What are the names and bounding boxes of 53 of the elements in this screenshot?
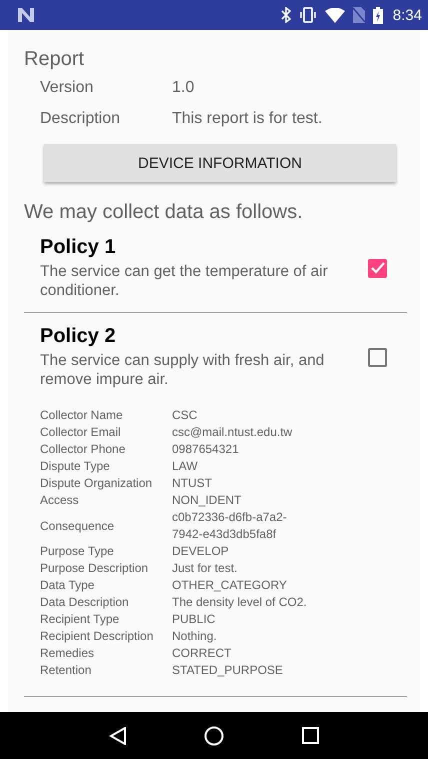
detail-value: PUBLIC xyxy=(172,611,216,628)
policy-description: The service can get the temperature of air conditioner. xyxy=(40,262,329,300)
detail-value: The density level of CO2. xyxy=(172,594,308,611)
detail-value: STATED_PURPOSE xyxy=(172,662,284,679)
detail-value: NON_IDENT xyxy=(172,492,242,509)
field-label: Version xyxy=(40,79,94,98)
detail-value: NTUST xyxy=(172,475,213,492)
detail-label: Collector Phone xyxy=(40,441,126,458)
detail-value: OTHER_CATEGORY xyxy=(172,577,288,594)
detail-label: Data Type xyxy=(40,577,96,594)
vibrate-icon xyxy=(298,7,317,23)
field-label: Description xyxy=(40,110,122,129)
report-title: Report xyxy=(24,48,86,71)
policy-description: The service can supply with fresh air, and remove impure air. xyxy=(40,351,326,389)
bluetooth-icon xyxy=(280,7,291,23)
back-icon[interactable] xyxy=(108,726,127,744)
detail-label: Recipient Type xyxy=(40,611,120,628)
checkbox[interactable] xyxy=(368,258,387,278)
detail-value: 0987654321 xyxy=(172,441,240,458)
detail-label: Collector Name xyxy=(40,407,124,424)
detail-value: CSC xyxy=(172,407,198,424)
policy-title: Policy 1 xyxy=(40,236,117,259)
detail-value: Nothing. xyxy=(172,628,218,645)
detail-value: LAW xyxy=(172,458,199,475)
detail-label: Consequence xyxy=(40,518,116,534)
wifi-icon xyxy=(324,8,345,22)
detail-label: Remedies xyxy=(40,645,96,662)
detail-label: Retention xyxy=(40,662,92,679)
detail-label: Dispute Organization xyxy=(40,475,154,492)
detail-label: Dispute Type xyxy=(40,458,111,475)
detail-value: Just for test. xyxy=(172,560,238,577)
detail-value: CORRECT xyxy=(172,645,232,662)
field-value: This report is for test. xyxy=(172,110,322,129)
battery-charging-icon xyxy=(372,6,383,24)
recents-icon[interactable] xyxy=(302,727,320,744)
detail-value: csc@mail.ntust.edu.tw xyxy=(172,424,294,441)
clock-time: 8:34 xyxy=(392,6,422,24)
notification-n-icon xyxy=(18,8,34,22)
home-icon[interactable] xyxy=(204,726,224,746)
detail-label: Purpose Type xyxy=(40,543,115,560)
detail-value: c0b72336-d6fb-a7a2-7942-e43d3db5fa8f xyxy=(172,509,288,543)
detail-label: Recipient Description xyxy=(40,628,154,645)
detail-label: Collector Email xyxy=(40,424,122,441)
detail-label: Access xyxy=(40,492,80,509)
detail-value: DEVELOP xyxy=(172,543,230,560)
detail-label: Purpose Description xyxy=(40,560,150,577)
no-sim-icon xyxy=(352,7,365,23)
detail-label: Data Description xyxy=(40,594,130,611)
checkbox[interactable] xyxy=(368,348,387,366)
field-value: 1.0 xyxy=(172,79,194,98)
device-information-button[interactable]: DEVICE INFORMATION xyxy=(44,144,396,182)
intro-text: We may collect data as follows. xyxy=(24,201,304,224)
policy-title: Policy 2 xyxy=(40,325,117,348)
